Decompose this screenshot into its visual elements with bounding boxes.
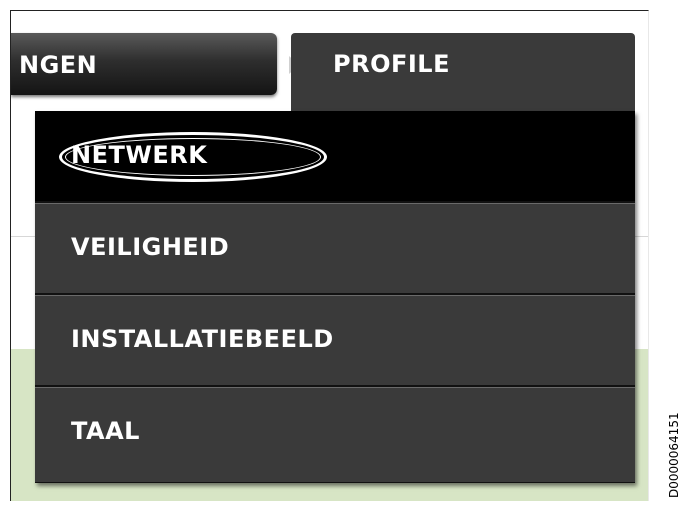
screen-frame: NGEN PROFILE NETWERK VEILIGHEID INSTALLA…	[10, 10, 649, 501]
menu-item-label: VEILIGHEID	[71, 233, 230, 261]
tab-previous-label: NGEN	[19, 51, 98, 79]
profile-dropdown-menu: NETWERK VEILIGHEID INSTALLATIEBEELD TAAL	[35, 111, 635, 483]
menu-item-netwerk[interactable]: NETWERK	[35, 111, 635, 203]
menu-item-veiligheid[interactable]: VEILIGHEID	[35, 203, 635, 295]
tab-profile-label: PROFILE	[333, 50, 450, 78]
menu-item-taal[interactable]: TAAL	[35, 387, 635, 483]
document-id: D0000064151	[667, 412, 678, 498]
menu-item-label: TAAL	[71, 417, 140, 445]
tab-profile[interactable]: PROFILE	[291, 33, 635, 123]
menu-item-installatiebeeld[interactable]: INSTALLATIEBEELD	[35, 295, 635, 387]
tab-previous[interactable]: NGEN	[11, 33, 277, 95]
menu-item-label: NETWERK	[71, 141, 208, 169]
menu-item-label: INSTALLATIEBEELD	[71, 325, 334, 353]
